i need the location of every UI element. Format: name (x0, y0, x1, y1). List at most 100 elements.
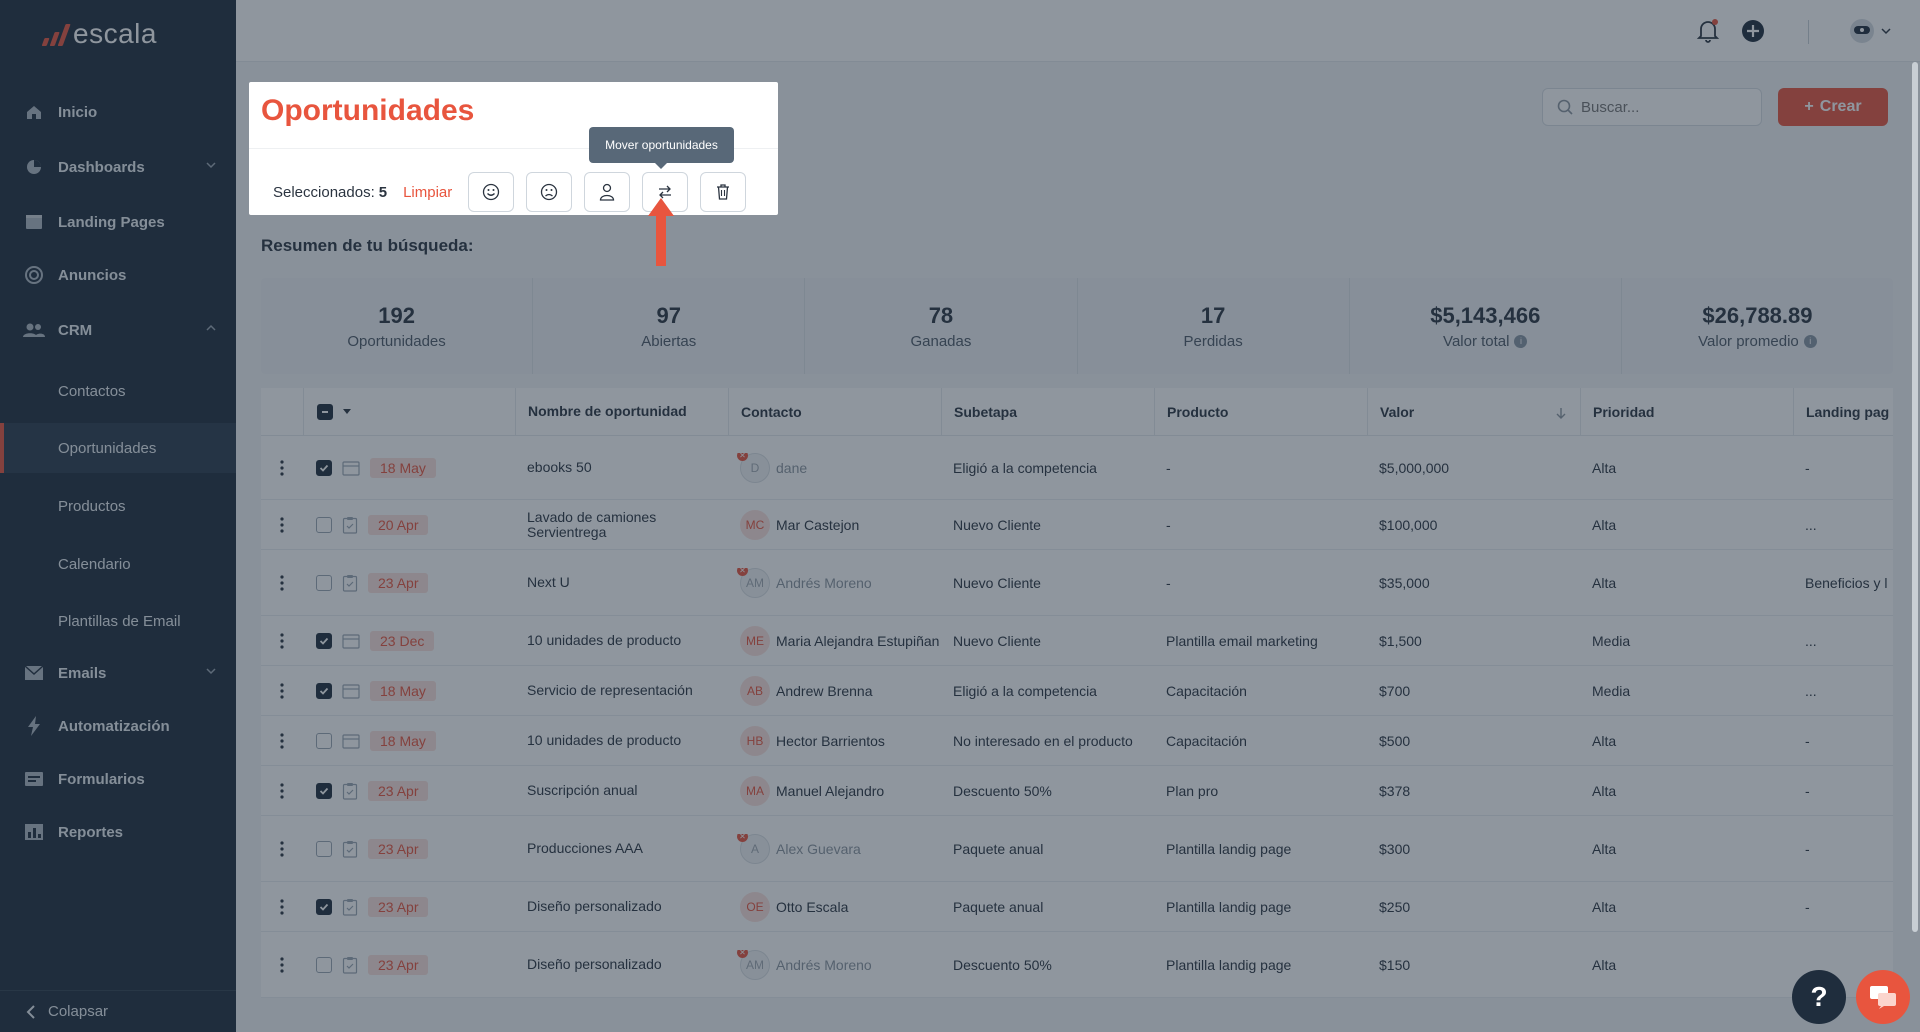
sidebar-subitem-productos[interactable]: Productos (0, 481, 236, 531)
clipboard-icon[interactable] (342, 574, 358, 592)
clipboard-icon[interactable] (342, 516, 358, 534)
kebab-menu-icon[interactable] (280, 574, 284, 591)
caret-down-icon[interactable] (343, 408, 351, 415)
help-button[interactable]: ? (1792, 970, 1846, 1024)
search-input[interactable] (1581, 98, 1751, 116)
row-menu[interactable] (261, 732, 303, 749)
kebab-menu-icon[interactable] (280, 898, 284, 915)
contact-cell[interactable]: ✕ A Alex Guevara (728, 833, 941, 864)
opportunity-name[interactable]: Servicio de representación (515, 683, 728, 698)
sidebar-subitem-oportunidades[interactable]: Oportunidades (0, 423, 236, 473)
kebab-menu-icon[interactable] (280, 782, 284, 799)
table-row[interactable]: 20 Apr Lavado de camiones Servientrega MC M… (261, 500, 1893, 550)
clipboard-icon[interactable] (342, 782, 358, 800)
sidebar-item-crm[interactable]: CRM (0, 308, 236, 352)
sidebar-subitem-contactos[interactable]: Contactos (0, 366, 236, 416)
table-row[interactable]: 23 Apr Next U ✕ AM Andrés Moreno Nuevo Client… (261, 550, 1893, 616)
contact-cell[interactable]: AB Andrew Brenna (728, 675, 941, 706)
info-icon[interactable]: i (1514, 334, 1528, 348)
clipboard-icon[interactable] (342, 898, 358, 916)
sidebar-item-emails[interactable]: Emails (0, 651, 236, 695)
opportunity-name[interactable]: Producciones AAA (515, 841, 728, 856)
row-checkbox[interactable] (316, 682, 332, 699)
column-header-contact[interactable]: Contacto (728, 387, 941, 436)
contact-cell[interactable]: HB Hector Barrientos (728, 725, 941, 756)
kebab-menu-icon[interactable] (280, 840, 284, 857)
opportunity-name[interactable]: Diseño personalizado (515, 899, 728, 914)
kebab-menu-icon[interactable] (280, 516, 284, 533)
opportunity-name[interactable]: Next U (515, 575, 728, 590)
chat-button[interactable] (1856, 970, 1910, 1024)
row-menu[interactable] (261, 682, 303, 699)
column-header-landing[interactable]: Landing pag (1793, 387, 1893, 436)
kebab-menu-icon[interactable] (280, 732, 284, 749)
bell-icon[interactable] (1695, 18, 1721, 44)
sidebar-subitem-calendario[interactable]: Calendario (0, 539, 236, 589)
avatar-menu[interactable] (1846, 18, 1896, 44)
row-menu[interactable] (261, 782, 303, 799)
contact-cell[interactable]: ✕ AM Andrés Moreno (728, 567, 941, 598)
row-menu[interactable] (261, 632, 303, 649)
row-menu[interactable] (261, 574, 303, 591)
row-menu[interactable] (261, 840, 303, 857)
table-row[interactable]: 23 Apr Diseño personalizado OE Otto Escala P… (261, 882, 1893, 932)
table-row[interactable]: 23 Apr Producciones AAA ✕ A Alex Guevara Paqu… (261, 816, 1893, 882)
sidebar-item-formularios[interactable]: Formularios (0, 757, 236, 801)
row-menu[interactable] (261, 898, 303, 915)
add-circle-icon[interactable] (1740, 18, 1766, 44)
contact-cell[interactable]: ✕ AM Andrés Moreno (728, 949, 941, 980)
sidebar-item-inicio[interactable]: Inicio (0, 90, 236, 134)
column-header-value[interactable]: Valor (1367, 387, 1580, 436)
row-checkbox[interactable] (316, 632, 332, 649)
table-row[interactable]: 18 May 10 unidades de producto HB Hector Ba… (261, 716, 1893, 766)
kebab-menu-icon[interactable] (280, 459, 284, 476)
sidebar-subitem-plantillas-email[interactable]: Plantillas de Email (0, 596, 236, 646)
escala-logo[interactable]: escala (41, 16, 157, 52)
opportunity-name[interactable]: ebooks 50 (515, 460, 728, 475)
sidebar-item-reportes[interactable]: Reportes (0, 810, 236, 854)
contact-cell[interactable]: OE Otto Escala (728, 891, 941, 922)
calendar-icon[interactable] (342, 683, 360, 699)
clipboard-icon[interactable] (342, 956, 358, 974)
sidebar-item-automatizacion[interactable]: Automatización (0, 704, 236, 748)
row-checkbox[interactable] (316, 574, 332, 591)
table-row[interactable]: 23 Dec 10 unidades de producto ME Maria Ale… (261, 616, 1893, 666)
kebab-menu-icon[interactable] (280, 956, 284, 973)
row-checkbox[interactable] (316, 840, 332, 857)
delete-button[interactable] (700, 172, 747, 212)
clear-selection-link[interactable]: Limpiar (403, 184, 452, 201)
table-row[interactable]: 18 May Servicio de representación AB Andrew… (261, 666, 1893, 716)
column-header-name[interactable]: Nombre de oportunidad (515, 387, 728, 436)
column-header-product[interactable]: Producto (1154, 387, 1367, 436)
table-row[interactable]: 23 Apr Diseño personalizado ✕ AM Andrés More… (261, 932, 1893, 998)
row-checkbox[interactable] (316, 956, 332, 973)
column-header-substage[interactable]: Subetapa (941, 387, 1154, 436)
opportunity-name[interactable]: Diseño personalizado (515, 957, 728, 972)
mark-won-button[interactable] (468, 172, 515, 212)
kebab-menu-icon[interactable] (280, 632, 284, 649)
calendar-icon[interactable] (342, 633, 360, 649)
kebab-menu-icon[interactable] (280, 682, 284, 699)
opportunity-name[interactable]: 10 unidades de producto (515, 733, 728, 748)
calendar-icon[interactable] (342, 733, 360, 749)
row-menu[interactable] (261, 516, 303, 533)
row-menu[interactable] (261, 459, 303, 476)
row-checkbox[interactable] (316, 898, 332, 915)
collapse-button[interactable]: Colapsar (0, 990, 236, 1032)
contact-cell[interactable]: MC Mar Castejon (728, 509, 941, 540)
sidebar-item-anuncios[interactable]: Anuncios (0, 253, 236, 297)
column-header-priority[interactable]: Prioridad (1580, 387, 1793, 436)
opportunity-name[interactable]: Suscripción anual (515, 783, 728, 798)
select-all[interactable] (303, 387, 515, 436)
sidebar-item-landing-pages[interactable]: Landing Pages (0, 200, 236, 244)
create-button[interactable]: + Crear (1778, 88, 1888, 126)
calendar-icon[interactable] (342, 460, 360, 476)
sort-down-icon[interactable] (1556, 407, 1566, 419)
contact-cell[interactable]: ME Maria Alejandra Estupiñan (728, 625, 941, 656)
search-box[interactable] (1542, 88, 1762, 126)
contact-cell[interactable]: MA Manuel Alejandro (728, 775, 941, 806)
opportunity-name[interactable]: Lavado de camiones Servientrega (515, 509, 728, 540)
row-checkbox[interactable] (316, 459, 332, 476)
row-checkbox[interactable] (316, 516, 332, 533)
table-row[interactable]: 23 Apr Suscripción anual MA Manuel Alejandr… (261, 766, 1893, 816)
